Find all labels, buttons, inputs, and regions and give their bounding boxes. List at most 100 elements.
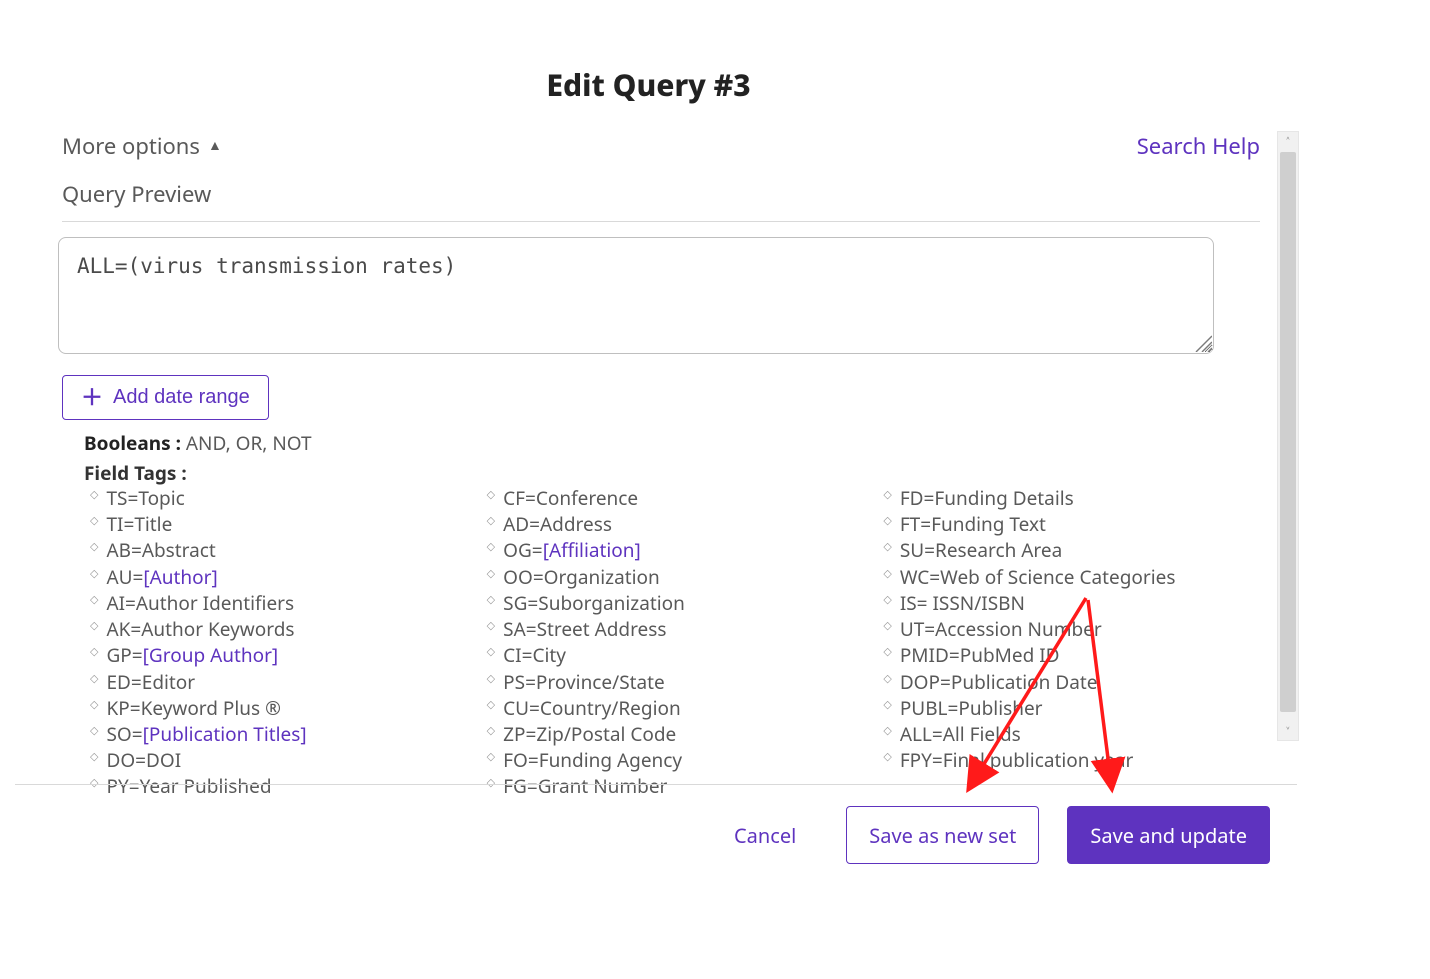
field-tag-text: IS= ISSN/ISBN bbox=[900, 590, 1025, 616]
add-date-range-label: Add date range bbox=[113, 386, 250, 409]
diamond-icon: ◇ bbox=[883, 566, 891, 581]
field-tag: ◇ SU=Research Area bbox=[883, 537, 1260, 563]
field-tag-text: TI=Title bbox=[106, 511, 172, 537]
booleans-help: Booleans : AND, OR, NOT bbox=[84, 430, 312, 456]
diamond-icon: ◇ bbox=[90, 513, 98, 528]
field-tag: ◇UT=Accession Number bbox=[883, 616, 1260, 642]
diamond-icon: ◇ bbox=[90, 775, 98, 790]
field-tag-text: PMID=PubMed ID bbox=[900, 642, 1060, 668]
field-tag-text: PS=Province/State bbox=[503, 669, 665, 695]
field-tags-col-3: ◇FD=Funding Details◇FT=Funding Text◇SU=R… bbox=[883, 485, 1260, 800]
field-tag: ◇ FD=Funding Details bbox=[883, 485, 1260, 511]
field-tag: ◇FT=Funding Text bbox=[883, 511, 1260, 537]
field-tag: ◇ZP=Zip/Postal Code bbox=[487, 721, 864, 747]
scroll-thumb[interactable] bbox=[1280, 152, 1296, 712]
field-tag: ◇SG=Suborganization bbox=[487, 590, 864, 616]
diamond-icon: ◇ bbox=[883, 749, 891, 764]
field-tag: ◇ ALL=All Fields bbox=[883, 721, 1260, 747]
diamond-icon: ◇ bbox=[883, 618, 891, 633]
field-tags-label: Field Tags : bbox=[84, 460, 187, 486]
field-tag[interactable]: ◇SO=[Publication Titles] bbox=[90, 721, 467, 747]
field-tag-text: KP=Keyword Plus ® bbox=[106, 695, 280, 721]
field-tag: ◇AD=Address bbox=[487, 511, 864, 537]
diamond-icon: ◇ bbox=[883, 592, 891, 607]
query-textarea[interactable] bbox=[58, 237, 1214, 354]
more-options-label: More options bbox=[62, 131, 200, 161]
cancel-button[interactable]: Cancel bbox=[712, 807, 818, 863]
diamond-icon: ◇ bbox=[883, 513, 891, 528]
field-tags-grid: ◇TS=Topic◇TI=Title◇AB=Abstract◇AU=[Autho… bbox=[90, 485, 1260, 800]
diamond-icon: ◇ bbox=[487, 775, 495, 790]
field-tag-text: WC=Web of Science Categories bbox=[900, 564, 1176, 590]
field-tag[interactable]: ◇GP=[Group Author] bbox=[90, 642, 467, 668]
field-tag-text: FD=Funding Details bbox=[900, 485, 1074, 511]
add-date-range-button[interactable]: ＋ Add date range bbox=[62, 375, 269, 420]
field-tag-text: AU=[Author] bbox=[106, 564, 217, 590]
field-tag: ◇ PMID=PubMed ID bbox=[883, 642, 1260, 668]
diamond-icon: ◇ bbox=[883, 697, 891, 712]
field-tag-text: ALL=All Fields bbox=[900, 721, 1021, 747]
scrollbar[interactable]: ˄ ˅ bbox=[1277, 131, 1299, 741]
scroll-down-icon[interactable]: ˅ bbox=[1278, 722, 1298, 740]
scroll-up-icon[interactable]: ˄ bbox=[1278, 132, 1298, 150]
diamond-icon: ◇ bbox=[487, 671, 495, 686]
field-tag-text: AK=Author Keywords bbox=[106, 616, 294, 642]
diamond-icon: ◇ bbox=[90, 592, 98, 607]
field-tag: ◇ IS= ISSN/ISBN bbox=[883, 590, 1260, 616]
diamond-icon: ◇ bbox=[90, 749, 98, 764]
footer-divider bbox=[15, 784, 1297, 785]
field-tag: ◇ CF=Conference bbox=[487, 485, 864, 511]
field-tag: ◇ TI=Title bbox=[90, 511, 467, 537]
field-tag-text: CF=Conference bbox=[503, 485, 638, 511]
field-tag-text: TS=Topic bbox=[106, 485, 184, 511]
field-tag-text: CU=Country/Region bbox=[503, 695, 681, 721]
query-preview-label: Query Preview bbox=[62, 179, 1260, 209]
field-tag-text: OO=Organization bbox=[503, 564, 660, 590]
field-tag-text: AB=Abstract bbox=[106, 537, 215, 563]
field-tag: ◇ KP=Keyword Plus ® bbox=[90, 695, 467, 721]
search-help-link[interactable]: Search Help bbox=[1137, 131, 1260, 161]
field-tag: ◇ FG=Grant Number bbox=[487, 773, 864, 799]
section-divider bbox=[62, 221, 1260, 222]
field-tag: ◇CI=City bbox=[487, 642, 864, 668]
field-tag[interactable]: ◇AU=[Author] bbox=[90, 564, 467, 590]
diamond-icon: ◇ bbox=[487, 749, 495, 764]
edit-query-dialog: Edit Query #3 More options ▲ Search Help… bbox=[0, 0, 1430, 979]
diamond-icon: ◇ bbox=[90, 671, 98, 686]
field-tag-text: DO=DOI bbox=[106, 747, 181, 773]
diamond-icon: ◇ bbox=[883, 644, 891, 659]
field-tag: ◇FPY=Final publication year bbox=[883, 747, 1260, 773]
field-tag: ◇ DO=DOI bbox=[90, 747, 467, 773]
field-tag: ◇ OO=Organization bbox=[487, 564, 864, 590]
booleans-label: Booleans : bbox=[84, 430, 181, 456]
diamond-icon: ◇ bbox=[487, 487, 495, 502]
field-tag-text: AI=Author Identifiers bbox=[106, 590, 294, 616]
dialog-actions: Cancel Save as new set Save and update bbox=[712, 806, 1270, 864]
diamond-icon: ◇ bbox=[90, 539, 98, 554]
field-tag-text: FG=Grant Number bbox=[503, 773, 667, 799]
field-tag: ◇TS=Topic bbox=[90, 485, 467, 511]
field-tag-text: SU=Research Area bbox=[900, 537, 1062, 563]
diamond-icon: ◇ bbox=[883, 539, 891, 554]
diamond-icon: ◇ bbox=[883, 487, 891, 502]
save-and-update-button[interactable]: Save and update bbox=[1067, 806, 1270, 864]
diamond-icon: ◇ bbox=[883, 723, 891, 738]
booleans-values: AND, OR, NOT bbox=[186, 430, 312, 456]
field-tag-text: PUBL=Publisher bbox=[900, 695, 1043, 721]
field-tag[interactable]: ◇OG=[Affiliation] bbox=[487, 537, 864, 563]
field-tag: ◇FO=Funding Agency bbox=[487, 747, 864, 773]
diamond-icon: ◇ bbox=[487, 618, 495, 633]
save-as-new-set-button[interactable]: Save as new set bbox=[846, 806, 1039, 864]
diamond-icon: ◇ bbox=[90, 723, 98, 738]
field-tag-text: SA=Street Address bbox=[503, 616, 666, 642]
field-tag: ◇ PUBL=Publisher bbox=[883, 695, 1260, 721]
diamond-icon: ◇ bbox=[487, 539, 495, 554]
field-tag: ◇ WC=Web of Science Categories bbox=[883, 564, 1260, 590]
diamond-icon: ◇ bbox=[90, 697, 98, 712]
dialog-title: Edit Query #3 bbox=[0, 64, 1297, 105]
diamond-icon: ◇ bbox=[487, 566, 495, 581]
more-options-toggle[interactable]: More options ▲ bbox=[62, 131, 1260, 161]
diamond-icon: ◇ bbox=[487, 723, 495, 738]
field-tag-text: DOP=Publication Date bbox=[900, 669, 1098, 695]
field-tags-col-2: ◇ CF=Conference◇AD=Address◇OG=[Affiliatio… bbox=[487, 485, 864, 800]
